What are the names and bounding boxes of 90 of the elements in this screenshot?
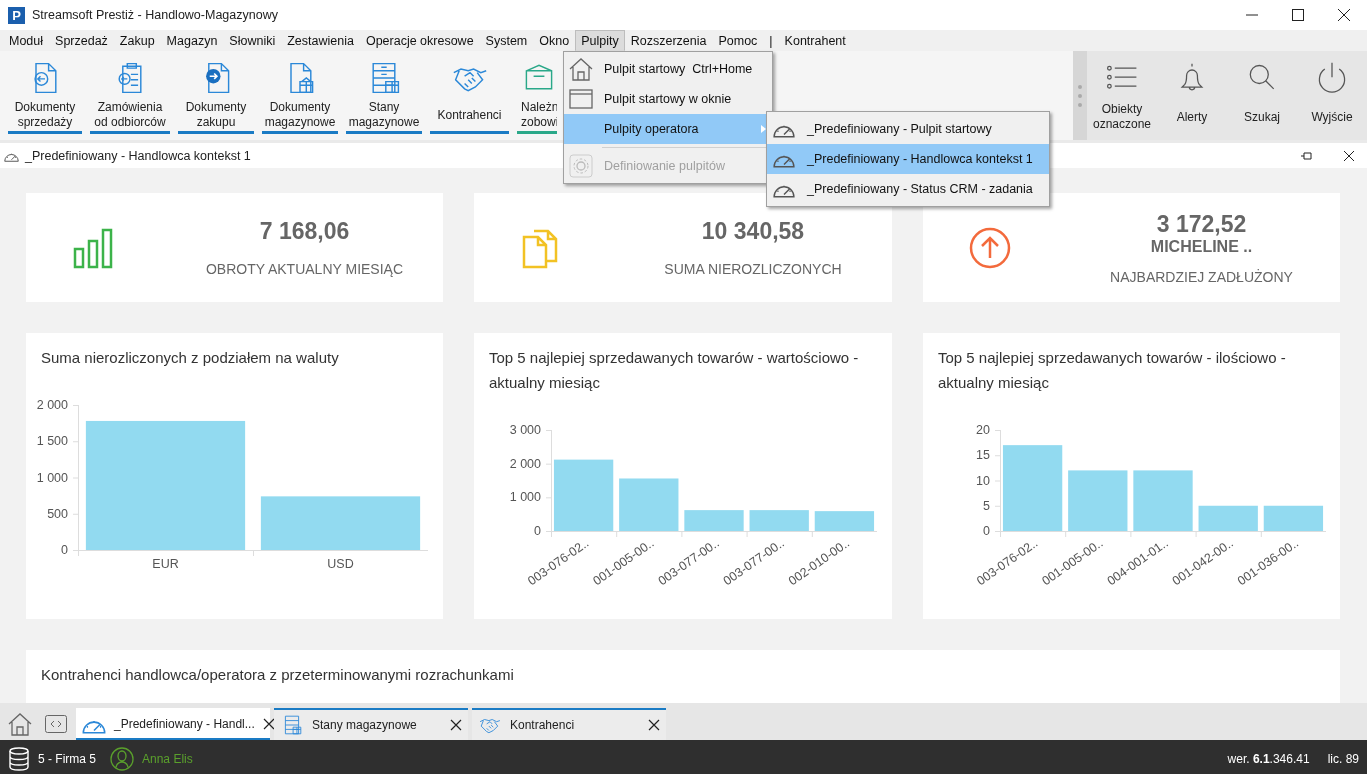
- axis-label: 0: [983, 524, 990, 538]
- chart-title: Top 5 najlepiej sprzedawanych towarów - wartościowo - aktualny miesiąc: [488, 348, 860, 393]
- pin-icon[interactable]: [1301, 149, 1313, 162]
- axis-label: 15: [976, 448, 990, 463]
- maximize-icon[interactable]: [1291, 8, 1305, 22]
- version-text: wer. 6.1.346.41: [1227, 751, 1310, 766]
- toolbar-button[interactable]: Wyjście: [1297, 51, 1367, 140]
- menu-item[interactable]: _Predefiniowany - Handlowca kontekst 1: [767, 144, 1049, 174]
- close-icon[interactable]: [648, 719, 660, 731]
- bar: [619, 478, 679, 531]
- bar-chart-icon: [72, 226, 114, 269]
- axis-label: 2 000: [36, 398, 68, 412]
- menu-item[interactable]: Słowniki: [223, 30, 282, 51]
- user-name: Anna Elis: [142, 751, 193, 766]
- window-title: Streamsoft Prestiż - Handlowo-Magazynowy: [32, 8, 278, 22]
- menu-item[interactable]: Okno: [533, 30, 576, 51]
- axis-label: 1 500: [36, 434, 68, 449]
- chart-title: Top 5 najlepiej sprzedawanych towarów - ilościowo - aktualny miesiąc: [937, 348, 1287, 393]
- axis-label: 1 000: [509, 490, 541, 505]
- app-logo: P: [8, 6, 25, 24]
- bar: [1198, 505, 1258, 531]
- close-icon[interactable]: [450, 719, 462, 731]
- ribbon-button[interactable]: Stany magazynowe: [346, 57, 422, 134]
- menu-item[interactable]: Pulpit startowy w oknie: [564, 84, 772, 114]
- toolbar-button[interactable]: Obiekty oznaczone: [1087, 51, 1157, 140]
- ribbon-button[interactable]: Dokumenty sprzedaży: [8, 57, 82, 134]
- menu-item[interactable]: Zestawienia: [281, 30, 360, 51]
- menu-item[interactable]: Pulpity: [575, 30, 625, 51]
- bar: [1068, 470, 1128, 531]
- axis-label: 10: [976, 473, 990, 488]
- license-text: lic. 89: [1327, 751, 1359, 766]
- chart-title: Suma nierozliczonych z podziałem na waluty: [40, 348, 340, 368]
- menu-item[interactable]: |: [763, 30, 779, 51]
- toolbar-button[interactable]: Szukaj: [1227, 51, 1297, 140]
- bar: [749, 510, 809, 531]
- arrow-up-circle-icon: [969, 226, 1011, 269]
- tab[interactable]: Stany magazynowe: [274, 708, 468, 740]
- ribbon-button[interactable]: Zamówienia od odbiorców: [90, 57, 170, 134]
- user-icon: [110, 746, 134, 771]
- menu-item[interactable]: Rozszerzenia: [624, 30, 713, 51]
- close-icon[interactable]: [262, 718, 275, 730]
- bar: [684, 510, 744, 531]
- table-title: Kontrahenci handlowca/operatora z przeterminowanymi rozrachunkami: [40, 665, 515, 685]
- tab[interactable]: Kontrahenci: [472, 708, 666, 740]
- bar: [814, 511, 875, 531]
- window-icon: [568, 86, 594, 112]
- menu-item[interactable]: Sprzedaż: [49, 30, 114, 51]
- ribbon-button[interactable]: Dokumenty magazynowe: [262, 57, 338, 134]
- axis-label: EUR: [152, 557, 179, 571]
- arrows-icon[interactable]: [45, 714, 67, 733]
- house-icon: [568, 56, 594, 82]
- bar: [1133, 470, 1193, 531]
- bar: [553, 459, 614, 531]
- axis-label: 1 000: [36, 470, 68, 485]
- menu-item[interactable]: Pulpit startowy Ctrl+Home: [564, 54, 772, 84]
- ribbon-button[interactable]: Dokumenty zakupu: [178, 57, 254, 134]
- axis-label: 5: [983, 498, 990, 513]
- kpi-label: OBROTY AKTUALNY MIESIĄC: [205, 261, 404, 277]
- close-icon[interactable]: [1337, 8, 1351, 22]
- kpi-value: 7 168,06: [259, 218, 350, 245]
- axis-label: 2 000: [509, 456, 541, 471]
- menu-item[interactable]: System: [479, 30, 534, 51]
- ribbon-button[interactable]: Kontrahenci: [430, 57, 509, 134]
- axis-label: 500: [47, 506, 68, 521]
- menu-item[interactable]: Moduł: [3, 30, 50, 51]
- axis-label: 3 000: [509, 423, 541, 437]
- submenu-arrow-icon: [761, 125, 766, 133]
- company-name: 5 - Firma 5: [38, 751, 96, 766]
- menu-item[interactable]: Kontrahent: [778, 30, 852, 51]
- kpi-label: NAJBARDZIEJ ZADŁUŻONY: [1110, 268, 1293, 285]
- kpi-value: 10 340,58: [701, 218, 805, 245]
- kpi-name: MICHELINE ..: [1150, 237, 1253, 256]
- document-title: _Predefiniowany - Handlowca kontekst 1: [25, 148, 251, 163]
- axis-label: 0: [61, 543, 68, 557]
- close-icon[interactable]: [1343, 149, 1355, 162]
- axis-label: 0: [534, 524, 541, 538]
- bar: [1263, 505, 1324, 531]
- toolbar-button[interactable]: Alerty: [1157, 51, 1227, 140]
- gear-icon: [568, 153, 594, 179]
- menu-item[interactable]: Magazyn: [160, 30, 224, 51]
- database-icon: [8, 746, 30, 771]
- menu-item[interactable]: Zakup: [113, 30, 161, 51]
- axis-label: USD: [327, 557, 354, 571]
- ribbon-button[interactable]: Należn zobowi: [517, 57, 557, 134]
- menu-item[interactable]: Pomoc: [712, 30, 764, 51]
- menu-item[interactable]: Operacje okresowe: [359, 30, 480, 51]
- axis-label: 20: [976, 423, 990, 437]
- kpi-label: SUMA NIEROZLICZONYCH: [664, 261, 842, 277]
- kpi-value: 3 172,52: [1156, 210, 1247, 238]
- grip-icon: [1077, 82, 1083, 109]
